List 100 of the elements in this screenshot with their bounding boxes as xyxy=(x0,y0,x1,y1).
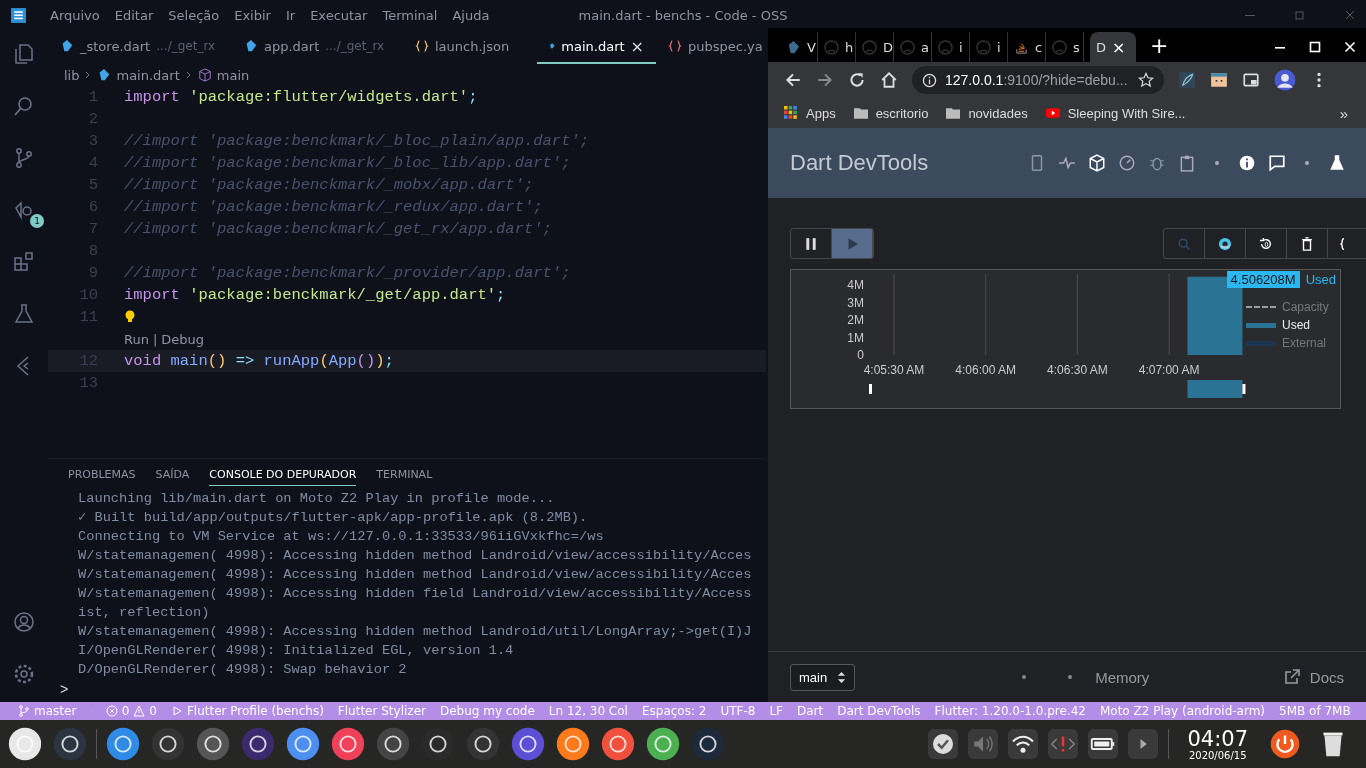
clock-time[interactable]: 04:07 xyxy=(1187,727,1248,750)
console-line: D/OpenGLRenderer( 4998): Swap behavior 2 xyxy=(78,661,408,679)
code-line: import 'package:flutter/widgets.dart'; xyxy=(124,88,478,106)
breadcrumb[interactable]: main xyxy=(216,67,250,83)
play-icon xyxy=(170,705,183,717)
home-icon[interactable] xyxy=(880,71,898,89)
code-line: //import 'package:benckmark/_bloc_lib/app.dart'; xyxy=(124,154,571,172)
check-icon[interactable] xyxy=(928,729,959,759)
chat-icon[interactable] xyxy=(1268,154,1286,172)
editor-tab[interactable]: launch.json xyxy=(403,30,537,64)
pause-icon xyxy=(804,236,818,251)
box-icon[interactable] xyxy=(1210,71,1228,89)
axis-label: 0 xyxy=(857,348,864,362)
chevron-icon xyxy=(184,71,193,79)
browser-tab[interactable]: D × xyxy=(1090,32,1136,62)
picture-in-picture-icon[interactable] xyxy=(1242,71,1260,89)
menu-item[interactable]: Seleção xyxy=(168,7,220,23)
console-line: ist, reflection) xyxy=(78,604,211,622)
info-icon[interactable] xyxy=(1238,154,1256,172)
back-icon[interactable] xyxy=(784,71,802,89)
bookmark[interactable]: Sleeping With Sire... xyxy=(1045,105,1186,121)
cube-icon xyxy=(197,68,212,82)
console-line: W/statemanagemen( 4998): Accessing hidden method Landroid/view/accessibility/Acces xyxy=(78,566,753,584)
app-logo-icon xyxy=(10,6,27,24)
warning-icon xyxy=(133,705,146,717)
tooltip: 4.506208M xyxy=(1226,271,1300,288)
cube-icon[interactable] xyxy=(1088,154,1106,172)
dart-file-icon xyxy=(244,39,258,53)
bookmark[interactable]: novidades xyxy=(946,105,1028,121)
code-line: //import 'package:benckmark/_mobx/app.dart'; xyxy=(124,176,534,194)
codelens-link[interactable]: Run xyxy=(124,331,149,347)
console-line: W/statemanagemen( 4998): Accessing hidden field Landroid/view/accessibility/Access xyxy=(78,585,753,603)
clipboard-icon[interactable] xyxy=(1178,154,1196,172)
pulse-icon[interactable] xyxy=(1058,154,1076,172)
branch-icon xyxy=(18,705,30,717)
menu-item[interactable]: Exibir xyxy=(234,7,271,23)
lightbulb-icon[interactable] xyxy=(124,309,136,325)
axis-label: 2M xyxy=(847,313,864,328)
wifi-icon[interactable] xyxy=(1008,729,1039,759)
avatar-icon[interactable] xyxy=(1274,69,1296,91)
axis-label: 4:05:30 AM xyxy=(863,363,925,377)
more-bookmarks-button[interactable]: » xyxy=(1339,104,1348,122)
files-icon[interactable] xyxy=(12,42,36,66)
bookmark[interactable]: escritorio xyxy=(853,105,929,121)
code-line: //import 'package:benckmark/_redux/app.dart'; xyxy=(124,198,543,216)
code-line: void main() => runApp(App()); xyxy=(124,352,394,370)
breadcrumb[interactable]: main.dart xyxy=(116,67,180,83)
extensions-icon[interactable] xyxy=(12,250,36,274)
editor-tab[interactable]: _store.dart .../_get_rx xyxy=(48,30,232,64)
breadcrumb[interactable]: lib xyxy=(64,67,80,83)
editor-tab[interactable]: app.dart .../_get_rx xyxy=(232,30,403,64)
console-line: ✓ Built build/app/outputs/flutter-apk/app-profile.apk (8.2MB). xyxy=(78,509,589,527)
editor-tab[interactable]: pubspec.ya xyxy=(656,30,764,64)
folder-icon xyxy=(853,106,868,120)
legend-label[interactable]: Capacity xyxy=(1282,300,1329,314)
panel-tab[interactable]: TERMINAL xyxy=(376,464,433,486)
reload-icon[interactable] xyxy=(848,71,866,89)
account-icon[interactable] xyxy=(12,610,36,634)
editor-tab[interactable]: main.dart × xyxy=(537,30,656,64)
flask-icon[interactable] xyxy=(1328,154,1346,172)
battery-icon[interactable] xyxy=(1088,729,1119,759)
console-input[interactable]: > xyxy=(60,682,72,698)
menu-item[interactable]: Ajuda xyxy=(452,7,490,23)
volume-icon[interactable] xyxy=(968,729,999,759)
clock-date[interactable]: 2020/06/15 xyxy=(1188,749,1247,761)
codelens-link[interactable]: Debug xyxy=(161,331,205,347)
external-link-icon xyxy=(1283,669,1300,685)
alert-icon[interactable] xyxy=(1048,729,1079,759)
new-tab-button[interactable]: + xyxy=(1150,32,1169,62)
panel-tab[interactable]: PROBLEMAS xyxy=(68,464,136,486)
address-bar[interactable]: 127.0.0.1:9100/?hide=debu... xyxy=(912,66,1164,94)
forward-icon[interactable] xyxy=(816,71,834,89)
dot-icon xyxy=(1021,674,1028,680)
panel-tab[interactable]: CONSOLE DO DEPURADOR xyxy=(209,464,357,486)
isolate-select[interactable]: main xyxy=(790,663,856,691)
reset-icon xyxy=(1259,236,1273,251)
flask-icon[interactable] xyxy=(12,302,36,326)
code-line: //import 'package:benckmark/_get_rx/app.dart'; xyxy=(124,220,552,238)
menu-item[interactable]: Arquivo xyxy=(50,7,100,23)
menu-item[interactable]: Executar xyxy=(310,7,368,23)
console-line: I/OpenGLRenderer( 4998): Initialized EGL, version 1.4 xyxy=(78,642,515,660)
search-icon xyxy=(1177,236,1191,251)
menu-item[interactable]: Terminal xyxy=(382,7,438,23)
panel-tab[interactable]: SAÍDA xyxy=(155,464,190,486)
page-label: Memory xyxy=(1095,668,1150,686)
legend-label[interactable]: Used xyxy=(1282,318,1310,332)
bookmark[interactable]: Apps xyxy=(784,105,836,121)
play-logo-icon xyxy=(1045,106,1060,120)
legend-label[interactable]: External xyxy=(1282,336,1327,350)
menu-item[interactable]: Ir xyxy=(285,7,296,23)
axis-label: 4:07:00 AM xyxy=(1138,363,1200,377)
menu-item[interactable]: Editar xyxy=(114,7,154,23)
dart-file-icon xyxy=(60,39,74,53)
braces-icon xyxy=(668,39,682,53)
settings-icon[interactable] xyxy=(12,662,36,686)
docs-link[interactable]: Docs xyxy=(1283,668,1344,686)
feather-icon[interactable] xyxy=(1178,71,1196,89)
console-line: Connecting to VM Service at ws://127.0.0.1:33533/96iiGVxkfhc=/ws xyxy=(78,528,605,546)
maximize-icon[interactable] xyxy=(1309,41,1321,53)
dart-file-icon xyxy=(97,68,112,82)
